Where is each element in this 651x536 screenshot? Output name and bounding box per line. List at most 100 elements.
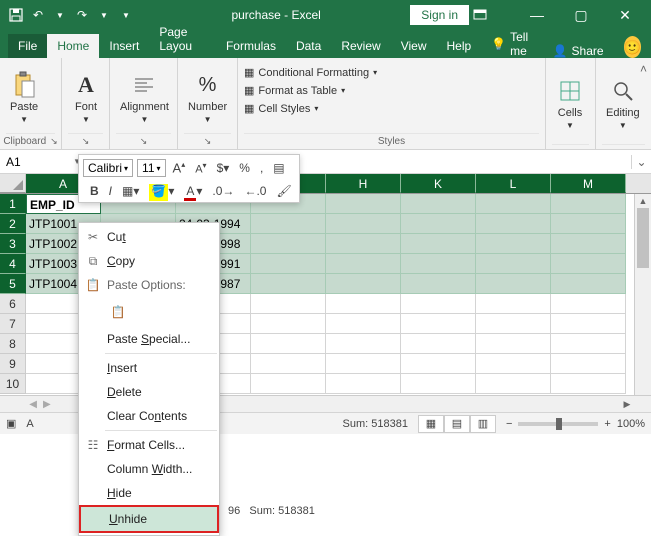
tab-nav-first-icon[interactable]: ◀ bbox=[29, 399, 37, 410]
cell[interactable] bbox=[326, 194, 401, 214]
record-macro-icon[interactable]: ▣ bbox=[6, 417, 16, 430]
share-button[interactable]: 👤Share bbox=[543, 44, 614, 58]
col-header[interactable]: H bbox=[326, 174, 401, 193]
font-name-selector[interactable]: Calibri▾ bbox=[83, 159, 133, 177]
tab-file[interactable]: File bbox=[8, 34, 47, 58]
tab-formulas[interactable]: Formulas bbox=[216, 34, 286, 58]
redo-icon[interactable]: ↷ bbox=[74, 7, 90, 23]
format-painter-icon[interactable]: 🖌 bbox=[273, 184, 294, 198]
editing-group-button[interactable]: Editing▼ bbox=[602, 75, 644, 132]
expand-formula-bar-icon[interactable]: ⌄ bbox=[631, 155, 651, 169]
col-header[interactable]: K bbox=[401, 174, 476, 193]
zoom-slider[interactable] bbox=[518, 422, 598, 426]
row-header[interactable]: 6 bbox=[0, 294, 26, 314]
qat-customize-icon[interactable]: ▼ bbox=[118, 7, 134, 23]
cell[interactable] bbox=[401, 194, 476, 214]
quick-access-toolbar: ↶ ▼ ↷ ▼ ▼ bbox=[0, 7, 142, 23]
save-icon[interactable] bbox=[8, 7, 24, 23]
borders-icon[interactable]: ▦▾ bbox=[119, 184, 142, 198]
decrease-font-icon[interactable]: A▾ bbox=[192, 161, 209, 176]
font-color-icon[interactable]: A▾ bbox=[181, 184, 205, 198]
bold-button[interactable]: B bbox=[87, 184, 102, 198]
menu-cut[interactable]: ✂Cut bbox=[79, 225, 219, 249]
dialog-launcher-icon[interactable]: ↘ bbox=[82, 136, 90, 147]
tab-help[interactable]: Help bbox=[436, 34, 481, 58]
cell[interactable] bbox=[551, 194, 626, 214]
scroll-thumb[interactable] bbox=[637, 208, 649, 268]
col-header[interactable]: M bbox=[551, 174, 626, 193]
close-button[interactable]: ✕ bbox=[605, 7, 645, 24]
font-group-button[interactable]: AFont▼ bbox=[68, 69, 104, 126]
fill-color-icon[interactable]: 🪣▾ bbox=[146, 184, 177, 198]
feedback-icon[interactable]: 🙂 bbox=[624, 36, 641, 58]
collapse-ribbon-icon[interactable]: ˄ bbox=[640, 62, 647, 76]
dialog-launcher-icon[interactable]: ↘ bbox=[204, 136, 212, 147]
maximize-button[interactable]: ▢ bbox=[561, 7, 601, 24]
format-as-table-button[interactable]: ▦Format as Table▾ bbox=[244, 82, 345, 99]
name-box[interactable]: A1▼ bbox=[0, 155, 88, 169]
merge-icon[interactable]: ▤ bbox=[270, 161, 287, 175]
row-header[interactable]: 9 bbox=[0, 354, 26, 374]
menu-column-width[interactable]: Column Width... bbox=[79, 457, 219, 481]
cell-styles-button[interactable]: ▦Cell Styles▾ bbox=[244, 100, 318, 117]
tab-page-layout[interactable]: Page Layou bbox=[149, 20, 216, 58]
menu-paste-special[interactable]: Paste Special... bbox=[79, 327, 219, 351]
accounting-format-icon[interactable]: $▾ bbox=[214, 161, 233, 175]
ribbon-display-icon[interactable] bbox=[473, 9, 513, 21]
undo-icon[interactable]: ↶ bbox=[30, 7, 46, 23]
increase-decimal-icon[interactable]: .0→ bbox=[209, 184, 237, 198]
decrease-decimal-icon[interactable]: ←.0 bbox=[241, 184, 269, 198]
comma-icon[interactable]: , bbox=[257, 161, 266, 175]
tab-home[interactable]: Home bbox=[47, 34, 99, 58]
percent-icon[interactable]: % bbox=[236, 161, 253, 175]
dialog-launcher-icon[interactable]: ↘ bbox=[50, 136, 58, 147]
increase-font-icon[interactable]: A▴ bbox=[170, 160, 189, 175]
view-pagebreak-icon[interactable]: ▥ bbox=[470, 415, 496, 433]
menu-insert[interactable]: Insert bbox=[79, 356, 219, 380]
scroll-right-icon[interactable]: ▶ bbox=[620, 396, 634, 412]
tab-data[interactable]: Data bbox=[286, 34, 331, 58]
font-size-selector[interactable]: 11▾ bbox=[137, 159, 165, 177]
menu-format-cells[interactable]: ☷Format Cells... bbox=[79, 433, 219, 457]
row-header[interactable]: 8 bbox=[0, 334, 26, 354]
row-header[interactable]: 2 bbox=[0, 214, 26, 234]
tellme-search[interactable]: 💡Tell me bbox=[481, 30, 542, 58]
menu-unhide[interactable]: Unhide bbox=[81, 507, 217, 531]
select-all-corner[interactable] bbox=[0, 174, 26, 193]
paste-default-icon[interactable]: 📋 bbox=[107, 301, 129, 323]
cells-group-button[interactable]: Cells▼ bbox=[552, 75, 588, 132]
alignment-group-button[interactable]: Alignment▼ bbox=[116, 69, 173, 126]
dialog-launcher-icon[interactable]: ↘ bbox=[140, 136, 148, 147]
group-label: Styles bbox=[378, 136, 405, 147]
menu-clear-contents[interactable]: Clear Contents bbox=[79, 404, 219, 428]
zoom-in-button[interactable]: + bbox=[604, 418, 610, 430]
conditional-formatting-button[interactable]: ▦Conditional Formatting▾ bbox=[244, 64, 377, 81]
row-header[interactable]: 7 bbox=[0, 314, 26, 334]
italic-button[interactable]: I bbox=[106, 184, 115, 198]
tab-review[interactable]: Review bbox=[331, 34, 390, 58]
menu-copy[interactable]: ⧉Copy bbox=[79, 249, 219, 273]
row-header[interactable]: 4 bbox=[0, 254, 26, 274]
menu-hide[interactable]: Hide bbox=[79, 481, 219, 505]
col-header[interactable]: L bbox=[476, 174, 551, 193]
vertical-scrollbar[interactable]: ▲▼ bbox=[634, 194, 651, 412]
tab-view[interactable]: View bbox=[391, 34, 437, 58]
chevron-down-icon[interactable]: ▼ bbox=[96, 7, 112, 23]
cell[interactable] bbox=[476, 194, 551, 214]
chevron-down-icon[interactable]: ▼ bbox=[52, 7, 68, 23]
zoom-out-button[interactable]: − bbox=[506, 418, 512, 430]
row-header[interactable]: 1 bbox=[0, 194, 26, 214]
view-normal-icon[interactable]: ▦ bbox=[418, 415, 444, 433]
scroll-up-icon[interactable]: ▲ bbox=[635, 194, 651, 208]
minimize-button[interactable]: — bbox=[517, 7, 557, 23]
number-group-button[interactable]: %Number▼ bbox=[184, 69, 231, 126]
row-header[interactable]: 5 bbox=[0, 274, 26, 294]
signin-button[interactable]: Sign in bbox=[410, 5, 469, 25]
row-header[interactable]: 10 bbox=[0, 374, 26, 394]
tab-insert[interactable]: Insert bbox=[99, 34, 149, 58]
paste-button[interactable]: Paste ▼ bbox=[6, 69, 42, 126]
row-header[interactable]: 3 bbox=[0, 234, 26, 254]
tab-nav-last-icon[interactable]: ▶ bbox=[43, 399, 51, 410]
menu-delete[interactable]: Delete bbox=[79, 380, 219, 404]
view-layout-icon[interactable]: ▤ bbox=[444, 415, 470, 433]
